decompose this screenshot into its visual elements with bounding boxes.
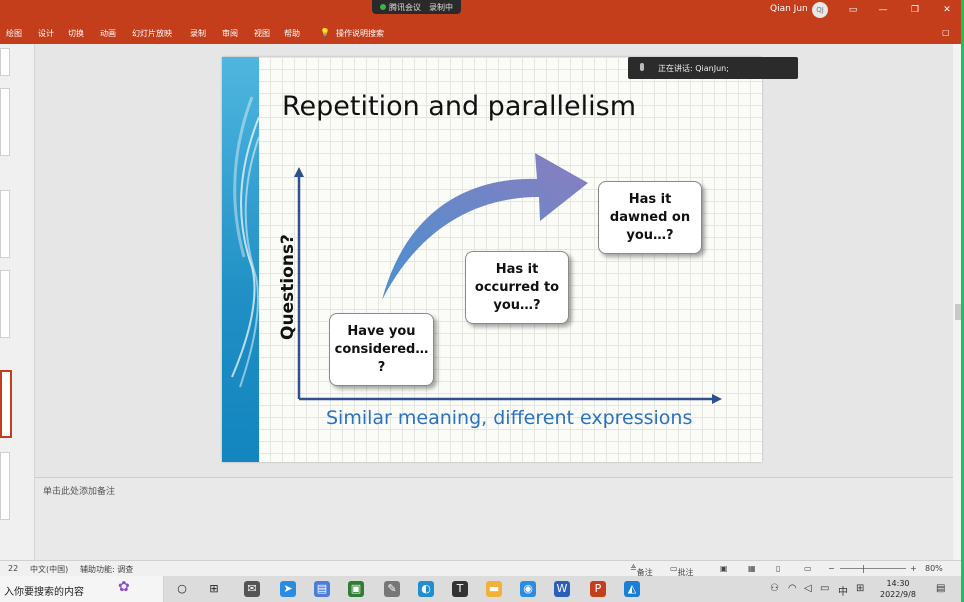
- speaking-text: 正在讲话: QianJun;: [658, 64, 729, 73]
- tab-record[interactable]: 录制: [190, 28, 206, 39]
- speaking-indicator: 正在讲话: QianJun;: [628, 57, 798, 79]
- tab-review[interactable]: 审阅: [222, 28, 238, 39]
- title-bar: 腾讯会议 录制中 Qian Jun QJ ▭ — ❐ ✕: [0, 0, 964, 22]
- system-clock[interactable]: 14:30 2022/9/8: [880, 578, 916, 600]
- tab-help[interactable]: 帮助: [284, 28, 300, 39]
- zoom-level[interactable]: 80%: [925, 564, 943, 573]
- x-axis-arrowhead: [712, 394, 722, 404]
- y-axis-arrowhead: [294, 167, 304, 177]
- microphone-icon: [640, 63, 644, 71]
- tab-view[interactable]: 视图: [254, 28, 270, 39]
- feishu-icon[interactable]: ➤: [280, 581, 296, 597]
- slide-thumbnail[interactable]: [0, 452, 10, 520]
- word-icon[interactable]: W: [554, 581, 570, 597]
- question-box-3[interactable]: Has it dawned on you…?: [598, 181, 702, 254]
- tab-draw[interactable]: 绘图: [6, 28, 22, 39]
- normal-view-icon[interactable]: ▣: [720, 564, 728, 573]
- avatar[interactable]: QJ: [812, 2, 828, 18]
- recording-status: 录制中: [429, 2, 453, 12]
- reading-view-icon[interactable]: ▯: [776, 564, 780, 573]
- people-icon[interactable]: ⚇: [770, 583, 779, 594]
- wifi-icon[interactable]: ◠: [788, 583, 797, 594]
- slideshow-icon[interactable]: ▭: [804, 564, 812, 573]
- restore-icon[interactable]: ❐: [908, 3, 922, 17]
- slide-thumbnail[interactable]: [0, 48, 10, 76]
- slide-sorter-icon[interactable]: ▦: [748, 564, 756, 573]
- notes-button[interactable]: ≜ 备注: [630, 564, 653, 577]
- lightbulb-icon[interactable]: 💡: [320, 28, 330, 37]
- app-icon[interactable]: ✎: [384, 581, 400, 597]
- tencent-meeting-icon[interactable]: ◭: [624, 581, 640, 597]
- edge-icon[interactable]: ◐: [418, 581, 434, 597]
- comments-icon[interactable]: ▢: [942, 28, 950, 37]
- question-box-2[interactable]: Has it occurred to you…?: [465, 251, 569, 324]
- volume-icon[interactable]: ◁: [804, 583, 812, 594]
- ime-mode-icon[interactable]: ⊞: [856, 583, 864, 594]
- taskbar: 入你要搜索的内容 ✿ ○ ⊞ ✉ ➤ ▤ ▣ ✎ ◐ T ▬ ◉ W P ◭ ⚇…: [0, 576, 964, 602]
- powerpoint-icon[interactable]: P: [590, 581, 606, 597]
- x-axis-label[interactable]: Similar meaning, different expressions: [326, 407, 692, 429]
- start-circle-icon[interactable]: ○: [174, 581, 190, 597]
- close-icon[interactable]: ✕: [940, 3, 954, 17]
- meeting-indicator[interactable]: 腾讯会议 录制中: [372, 0, 461, 14]
- user-name[interactable]: Qian Jun: [770, 4, 808, 14]
- zoom-in-icon[interactable]: +: [910, 564, 917, 573]
- slide-thumbnail[interactable]: [0, 88, 10, 156]
- typora-icon[interactable]: T: [452, 581, 468, 597]
- taskbar-search[interactable]: 入你要搜索的内容 ✿: [0, 576, 164, 602]
- slide-canvas[interactable]: Repetition and parallelism Have you cons…: [222, 57, 762, 462]
- task-view-icon[interactable]: ⊞: [206, 581, 222, 597]
- zoom-slider-thumb[interactable]: |: [862, 564, 865, 573]
- keyboard-icon[interactable]: ▭: [820, 583, 829, 594]
- slide-thumbnail[interactable]: [0, 190, 10, 258]
- ribbon-tabs: 绘图 设计 切换 动画 幻灯片放映 录制 审阅 视图 帮助 💡 操作说明搜索 ▢: [0, 22, 964, 44]
- question-box-1[interactable]: Have you considered… ?: [329, 313, 434, 386]
- status-bar: 22 中文(中国) 辅助功能: 调查 ≜ 备注 ▭ 批注 ▣ ▦ ▯ ▭ − |…: [0, 560, 964, 577]
- slide-thumbnail-pane: [0, 44, 35, 560]
- language-indicator[interactable]: 中文(中国): [30, 564, 68, 575]
- notification-icon[interactable]: ▤: [936, 583, 945, 594]
- mail-icon[interactable]: ✉: [244, 581, 260, 597]
- slide-number: 22: [8, 564, 19, 573]
- file-explorer-icon[interactable]: ▬: [486, 581, 502, 597]
- tell-me-search[interactable]: 操作说明搜索: [336, 28, 384, 39]
- notes-pane[interactable]: 单击此处添加备注: [35, 477, 953, 560]
- slide-thumbnail-selected[interactable]: [0, 370, 12, 438]
- folder-blue-icon[interactable]: ▤: [314, 581, 330, 597]
- browser-icon[interactable]: ◉: [520, 581, 536, 597]
- notes-placeholder: 单击此处添加备注: [43, 487, 116, 497]
- ribbon-display-icon[interactable]: ▭: [846, 3, 860, 17]
- pycharm-icon[interactable]: ▣: [348, 581, 364, 597]
- ime-indicator[interactable]: 中: [838, 583, 848, 598]
- comments-button[interactable]: ▭ 批注: [670, 564, 694, 577]
- zoom-slider[interactable]: [840, 568, 906, 569]
- search-decoration-icon: ✿: [118, 579, 130, 595]
- minimize-icon[interactable]: —: [876, 3, 890, 17]
- meeting-app-label: 腾讯会议: [380, 2, 421, 13]
- tab-transitions[interactable]: 切换: [68, 28, 84, 39]
- y-axis-label[interactable]: Questions?: [278, 234, 298, 340]
- zoom-out-icon[interactable]: −: [828, 564, 835, 573]
- accessibility-status[interactable]: 辅助功能: 调查: [80, 564, 133, 575]
- tab-animations[interactable]: 动画: [100, 28, 116, 39]
- slide-thumbnail[interactable]: [0, 270, 10, 338]
- tab-slideshow[interactable]: 幻灯片放映: [132, 28, 172, 39]
- tab-design[interactable]: 设计: [38, 28, 54, 39]
